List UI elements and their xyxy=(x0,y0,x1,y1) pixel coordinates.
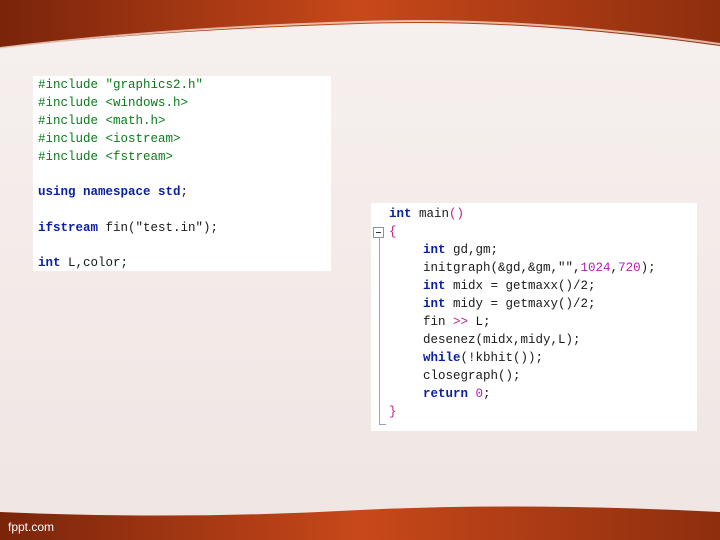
code-snippet-main-function: int main() { int gd,gm; initgraph(&gd,&g… xyxy=(371,203,697,431)
code-line: return 0; xyxy=(423,387,491,401)
fold-end-marker xyxy=(379,424,386,425)
collapse-icon[interactable] xyxy=(373,227,384,238)
code-snippet-includes: #include "graphics2.h" #include <windows… xyxy=(33,76,331,271)
code-line: ifstream fin("test.in"); xyxy=(38,221,219,235)
code-line: } xyxy=(389,405,397,419)
code-line: { xyxy=(389,225,397,239)
code-line: closegraph(); xyxy=(423,369,521,383)
code-line: int L,color; xyxy=(38,256,129,270)
code-line: using namespace std; xyxy=(38,185,189,199)
code-line: int midx = getmaxx()/2; xyxy=(423,279,596,293)
code-line: #include <windows.h> xyxy=(38,96,189,110)
code-line: initgraph(&gd,&gm,"",1024,720); xyxy=(423,261,656,275)
code-line: while(!kbhit()); xyxy=(423,351,544,365)
code-line: desenez(midx,midy,L); xyxy=(423,333,581,347)
code-line: #include <fstream> xyxy=(38,150,174,164)
code-line: fin >> L; xyxy=(423,315,491,329)
footer-brand: fppt.com xyxy=(8,520,55,534)
code-line: #include "graphics2.h" xyxy=(38,78,204,92)
code-line: int midy = getmaxy()/2; xyxy=(423,297,596,311)
code-line: #include <iostream> xyxy=(38,132,181,146)
code-line: int gd,gm; xyxy=(423,243,499,257)
fold-guide-line xyxy=(379,231,380,425)
code-line: int main() xyxy=(389,207,465,221)
code-line: #include <math.h> xyxy=(38,114,166,128)
